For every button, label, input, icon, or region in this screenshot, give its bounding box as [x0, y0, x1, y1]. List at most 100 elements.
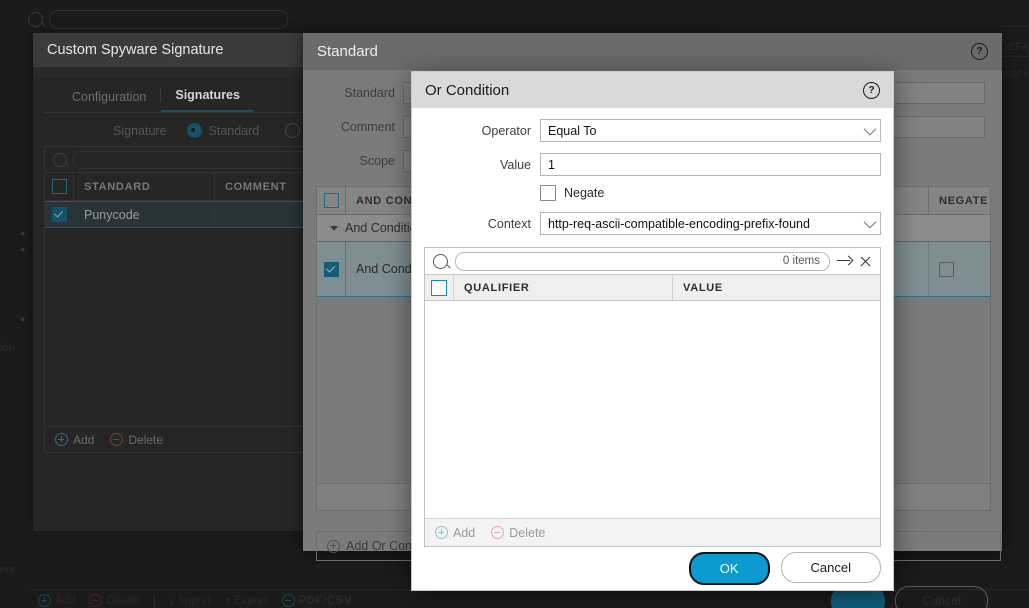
qualifier-delete-button[interactable]: Delete: [491, 526, 545, 540]
help-circle-icon[interactable]: ?: [863, 81, 880, 99]
operator-label: Operator: [481, 123, 531, 138]
column-value: VALUE: [683, 281, 723, 294]
select-all-cell[interactable]: [317, 187, 346, 214]
or-condition-titlebar: Or Condition ?: [412, 72, 893, 108]
background-right-label-1: eset-r: [1000, 68, 1029, 80]
operator-field-row: Operator Equal To: [424, 119, 881, 142]
pdf-csv-icon: [281, 594, 295, 607]
qualifier-grid-search: 0 items: [425, 248, 880, 274]
standard-field-scope-label: Scope: [359, 154, 395, 168]
plus-circle-icon: [327, 539, 340, 553]
cancel-button[interactable]: Cancel: [780, 552, 881, 583]
chevron-down-icon[interactable]: [330, 225, 338, 231]
arrow-right-icon[interactable]: [837, 255, 852, 267]
background-divider: [1000, 56, 1029, 57]
bottom-add-button[interactable]: Add: [38, 594, 75, 607]
context-label: Context: [487, 216, 531, 231]
bullet-dot: ●: [20, 314, 26, 324]
bottom-pdfcsv-button[interactable]: PDF/CSV: [281, 594, 352, 607]
background-label-1: ent: [0, 564, 16, 576]
signature-label: Signature: [113, 123, 167, 138]
operator-select[interactable]: Equal To: [540, 119, 881, 142]
qualifier-item-count: 0 items: [782, 255, 820, 267]
background-right-label-0: DEFAU: [1000, 41, 1029, 53]
chevron-down-icon: [863, 122, 877, 136]
bullet-dot: ●: [20, 244, 26, 254]
or-condition-title: Or Condition: [425, 81, 510, 99]
cell-standard: Punycode: [74, 202, 215, 227]
search-icon: [28, 11, 43, 27]
search-icon: [53, 152, 67, 167]
bottom-export-button[interactable]: ↑ Export: [225, 595, 268, 607]
radio-combination[interactable]: [285, 123, 301, 138]
negate-row: Negate: [424, 185, 881, 201]
row-checkbox[interactable]: [51, 207, 67, 222]
minus-circle-icon: [89, 594, 103, 607]
search-icon: [433, 253, 448, 269]
tab-signatures[interactable]: Signatures: [161, 84, 254, 112]
bullet-dot: ●: [20, 228, 26, 238]
select-all-cell[interactable]: [45, 173, 74, 200]
standard-dialog-titlebar: Standard ?: [303, 33, 1002, 70]
standard-field-standard-label: Standard: [344, 86, 395, 100]
spyware-delete-label: Delete: [128, 432, 164, 447]
value-input[interactable]: 1: [540, 153, 881, 176]
qualifier-add-button[interactable]: Add: [435, 526, 475, 540]
bottom-import-label: Import: [178, 594, 211, 607]
context-select[interactable]: http-req-ascii-compatible-encoding-prefi…: [540, 212, 881, 235]
global-search-bar[interactable]: [28, 8, 288, 30]
row-select-cell[interactable]: [317, 242, 346, 296]
select-all-checkbox[interactable]: [51, 179, 67, 194]
qualifier-grid-body: [425, 301, 880, 518]
background-bottom-toolbar: Add Delete ↓ Import ↑ Export PDF/CSV: [38, 594, 352, 607]
plus-circle-icon: [38, 594, 51, 607]
qualifier-search-input[interactable]: 0 items: [455, 251, 830, 271]
import-icon: ↓: [168, 594, 175, 607]
operator-value: Equal To: [548, 123, 597, 138]
help-circle-icon[interactable]: ?: [971, 43, 988, 60]
select-all-checkbox[interactable]: [323, 193, 339, 208]
spyware-dialog-title: Custom Spyware Signature: [47, 42, 224, 58]
qualifier-grid-header: QUALIFIER VALUE: [425, 274, 880, 301]
qualifier-delete-label: Delete: [509, 525, 546, 540]
column-qualifier: QUALIFIER: [454, 275, 673, 300]
minus-circle-icon: [110, 433, 124, 446]
negate-label: Negate: [564, 186, 605, 200]
context-value: http-req-ascii-compatible-encoding-prefi…: [548, 216, 810, 231]
select-all-checkbox[interactable]: [431, 279, 447, 296]
context-field-row: Context http-req-ascii-compatible-encodi…: [424, 212, 881, 235]
global-search-input[interactable]: [49, 9, 288, 29]
spyware-add-button[interactable]: Add: [55, 433, 94, 447]
qualifier-grid-footer: Add Delete: [425, 518, 880, 546]
column-standard: STANDARD: [74, 173, 215, 200]
export-icon: ↑: [224, 594, 231, 607]
value-label: Value: [499, 157, 531, 172]
tab-configuration[interactable]: Configuration: [58, 86, 160, 112]
bottom-import-button[interactable]: ↓ Import: [169, 595, 211, 607]
standard-cancel-button[interactable]: Cancel: [895, 586, 988, 608]
or-condition-buttons: OK Cancel: [688, 552, 881, 585]
spyware-delete-button[interactable]: Delete: [110, 433, 163, 447]
value-text: 1: [548, 157, 555, 172]
spyware-add-label: Add: [73, 432, 95, 447]
qualifier-add-label: Add: [453, 525, 476, 540]
radio-standard-label: Standard: [208, 123, 260, 138]
negate-checkbox[interactable]: [540, 185, 556, 201]
cell-negate: [929, 242, 990, 296]
bottom-delete-button[interactable]: Delete: [89, 594, 140, 607]
column-negate: NEGATE: [939, 194, 989, 207]
row-select-cell[interactable]: [45, 202, 74, 227]
bottom-delete-label: Delete: [106, 594, 140, 607]
or-condition-body: Operator Equal To Value 1 Negate Context…: [412, 119, 893, 601]
qualifier-grid: 0 items QUALIFIER VALUE Add Delete: [424, 247, 881, 547]
select-all-cell[interactable]: [425, 275, 454, 300]
chevron-down-icon: [863, 215, 877, 229]
ok-button[interactable]: OK: [688, 552, 770, 585]
negate-checkbox[interactable]: [939, 261, 954, 277]
or-condition-dialog: Or Condition ? Operator Equal To Value 1…: [411, 71, 894, 591]
close-icon[interactable]: [859, 255, 872, 268]
radio-standard[interactable]: [186, 123, 202, 138]
background-label-0: ion: [0, 342, 15, 354]
row-checkbox[interactable]: [323, 261, 339, 277]
standard-dialog-title: Standard: [317, 43, 378, 60]
